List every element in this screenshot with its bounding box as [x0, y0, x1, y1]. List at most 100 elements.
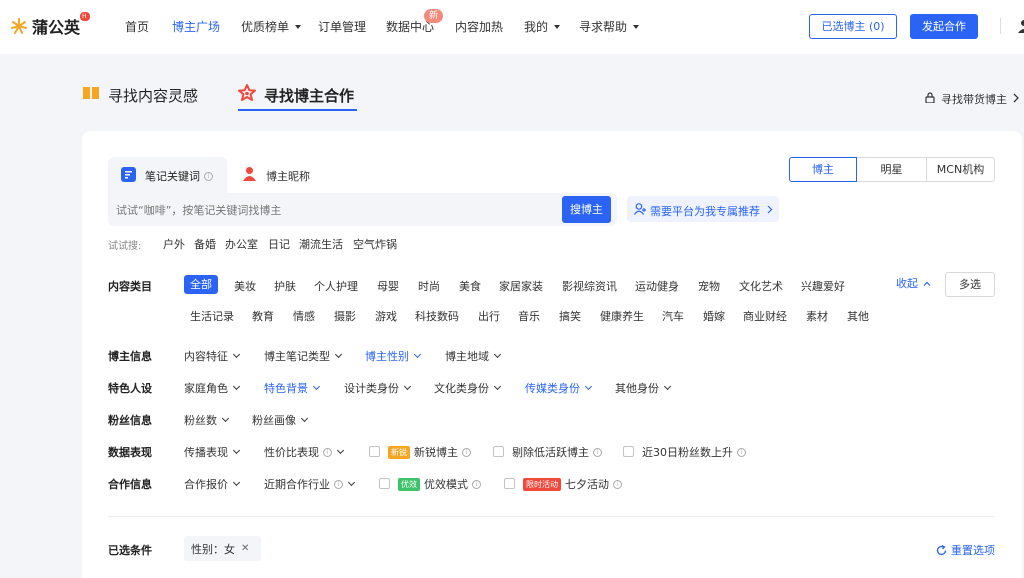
try-word-office[interactable]: 办公室 — [225, 236, 258, 252]
category-item[interactable]: 运动健身 — [635, 278, 679, 294]
logo-text: 蒲公英 — [32, 18, 81, 37]
dropdown-label: 传媒类身份 — [525, 382, 580, 395]
category-item[interactable]: 个人护理 — [314, 278, 358, 294]
info-icon: i — [613, 479, 622, 489]
nav-mine[interactable]: 我的 — [524, 18, 561, 35]
nav-home-label: 首页 — [125, 20, 150, 34]
multi-select-button[interactable]: 多选 — [945, 272, 995, 297]
region-dropdown[interactable]: 博主地域 — [445, 348, 502, 364]
try-word-diary[interactable]: 日记 — [268, 236, 290, 252]
category-item[interactable]: 健康养生 — [600, 308, 644, 324]
find-goods-blogger-link[interactable]: 寻找带货博主 — [941, 91, 1007, 107]
cost-performance-dropdown[interactable]: 性价比表现 i — [264, 444, 345, 460]
new-blogger-checkbox[interactable] — [369, 446, 380, 457]
launch-cooperation-button[interactable]: 发起合作 — [910, 14, 978, 39]
design-identity-dropdown[interactable]: 设计类身份 — [344, 380, 412, 396]
qixi-activity-checkbox[interactable] — [504, 478, 515, 489]
recent-industry-dropdown[interactable]: 近期合作行业 i — [264, 476, 356, 492]
info-icon: i — [593, 447, 602, 457]
fans-count-dropdown[interactable]: 粉丝数 — [184, 412, 230, 428]
category-item[interactable]: 搞笑 — [559, 308, 581, 324]
persona-label: 特色人设 — [108, 382, 152, 395]
category-item[interactable]: 美食 — [459, 278, 481, 294]
top-navbar: 蒲公英 H出品 首页 博主广场 优质榜单 订单管理 数据中心 新 内容加热 我的… — [0, 0, 1024, 54]
try-word-outdoor[interactable]: 户外 — [163, 236, 185, 252]
try-word-trendy[interactable]: 潮流生活 — [299, 236, 343, 252]
category-item[interactable]: 素材 — [806, 308, 828, 324]
media-identity-dropdown[interactable]: 传媒类身份 — [525, 380, 593, 396]
category-item[interactable]: 游戏 — [375, 308, 397, 324]
category-item[interactable]: 兴趣爱好 — [801, 278, 845, 294]
culture-identity-dropdown[interactable]: 文化类身份 — [434, 380, 502, 396]
caret-down-icon — [295, 24, 302, 29]
chevron-down-icon — [334, 350, 343, 359]
chevron-down-icon — [347, 478, 356, 487]
note-type-dropdown[interactable]: 博主笔记类型 — [264, 348, 343, 364]
category-item[interactable]: 科技数码 — [415, 308, 459, 324]
category-item[interactable]: 摄影 — [334, 308, 356, 324]
nav-blogger-square[interactable]: 博主广场 — [172, 18, 220, 35]
category-item[interactable]: 其他 — [847, 308, 869, 324]
qixi-activity-option: 限时活动 七夕活动 i — [523, 476, 622, 492]
chevron-down-icon — [413, 350, 422, 359]
try-word-wedding[interactable]: 备婚 — [194, 236, 216, 252]
other-identity-dropdown[interactable]: 其他身份 — [615, 380, 672, 396]
category-item[interactable]: 影视综资讯 — [562, 278, 617, 294]
category-item[interactable]: 汽车 — [662, 308, 684, 324]
nav-home[interactable]: 首页 — [125, 18, 149, 35]
category-all[interactable]: 全部 — [184, 275, 218, 294]
family-role-dropdown[interactable]: 家庭角色 — [184, 380, 241, 396]
selected-conditions-label: 已选条件 — [108, 544, 152, 557]
divider — [108, 516, 995, 517]
selected-chip: 性别：女 ✕ — [184, 536, 261, 561]
try-word-airfryer[interactable]: 空气炸锅 — [353, 236, 397, 252]
tab-blogger-nickname[interactable]: 博主昵称 — [266, 168, 310, 184]
category-item[interactable]: 家居家装 — [499, 278, 543, 294]
tab-find-blogger[interactable]: 寻找博主合作 — [264, 85, 354, 106]
nav-help[interactable]: 寻求帮助 — [579, 18, 640, 35]
special-background-dropdown[interactable]: 特色背景 — [264, 380, 321, 396]
exclude-low-active-checkbox[interactable] — [493, 446, 504, 457]
category-item[interactable]: 文化艺术 — [739, 278, 783, 294]
selected-bloggers-button[interactable]: 已选博主 (0) — [809, 14, 897, 39]
category-item[interactable]: 教育 — [252, 308, 274, 324]
category-item[interactable]: 婚嫁 — [703, 308, 725, 324]
segment-star[interactable]: 明星 — [857, 157, 927, 182]
logo[interactable]: 蒲公英 H出品 — [10, 12, 90, 38]
reset-button[interactable]: 重置选项 — [936, 542, 995, 558]
category-item[interactable]: 情感 — [293, 308, 315, 324]
fans-profile-dropdown[interactable]: 粉丝画像 — [252, 412, 309, 428]
gender-dropdown[interactable]: 博主性别 — [365, 348, 422, 364]
fans-rising-checkbox[interactable] — [623, 446, 634, 457]
tab-content-inspiration[interactable]: 寻找内容灵感 — [108, 85, 198, 106]
category-item[interactable]: 音乐 — [518, 308, 540, 324]
category-item[interactable]: 生活记录 — [190, 308, 234, 324]
category-item[interactable]: 时尚 — [418, 278, 440, 294]
segment-mcn[interactable]: MCN机构 — [926, 157, 995, 182]
category-item[interactable]: 出行 — [478, 308, 500, 324]
caret-down-icon — [633, 24, 640, 29]
search-blogger-button[interactable]: 搜博主 — [562, 196, 611, 223]
category-item[interactable]: 母婴 — [377, 278, 399, 294]
user-icon[interactable] — [1014, 19, 1024, 33]
nav-rankings[interactable]: 优质榜单 — [241, 18, 302, 35]
nav-orders[interactable]: 订单管理 — [318, 18, 366, 35]
category-item[interactable]: 宠物 — [698, 278, 720, 294]
category-item[interactable]: 护肤 — [274, 278, 296, 294]
category-item[interactable]: 商业财经 — [743, 308, 787, 324]
segment-blogger[interactable]: 博主 — [789, 157, 857, 182]
collapse-button[interactable]: 收起 — [896, 275, 931, 291]
nav-content-boost[interactable]: 内容加热 — [455, 18, 503, 35]
close-icon[interactable]: ✕ — [241, 543, 249, 554]
user-add-icon — [634, 203, 646, 215]
chevron-down-icon — [232, 446, 241, 455]
efficient-mode-checkbox[interactable] — [379, 478, 390, 489]
category-item[interactable]: 美妆 — [234, 278, 256, 294]
info-icon: i — [334, 479, 343, 489]
search-input[interactable] — [116, 199, 536, 221]
coop-price-dropdown[interactable]: 合作报价 — [184, 476, 241, 492]
spread-performance-dropdown[interactable]: 传播表现 — [184, 444, 241, 460]
dropdown-label: 其他身份 — [615, 382, 659, 395]
lock-icon — [925, 92, 935, 103]
content-features-dropdown[interactable]: 内容特征 — [184, 348, 241, 364]
